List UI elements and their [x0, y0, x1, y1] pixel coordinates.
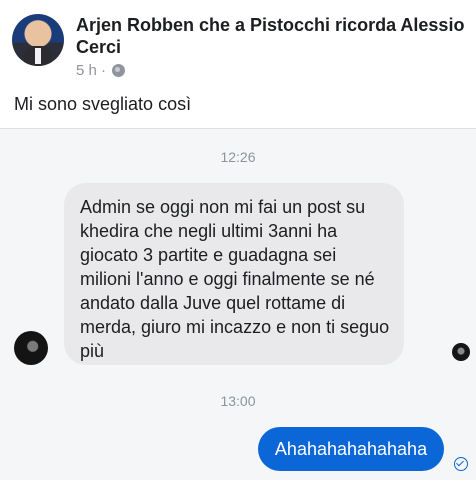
seen-avatar [452, 343, 470, 361]
post-text: Mi sono svegliato così [14, 94, 192, 114]
post-header: Arjen Robben che a Pistocchi ricorda Ale… [0, 0, 476, 128]
chat-screenshot: 12:26 Admin se oggi non mi fai un post s… [0, 129, 476, 480]
incoming-message-bubble: Admin se oggi non mi fai un post su khed… [64, 183, 404, 365]
chat-timestamp: 12:26 [220, 149, 256, 165]
globe-icon [112, 64, 126, 77]
chat-timestamp: 13:00 [220, 393, 256, 409]
post-meta: 5 h · [76, 62, 126, 79]
outgoing-message-bubble: Ahahahahahahaha [258, 427, 444, 471]
sender-avatar [14, 331, 48, 365]
post-title[interactable]: Arjen Robben che a Pistocchi ricorda Ale… [76, 14, 466, 58]
page-avatar[interactable] [12, 14, 64, 66]
avatar-shirt [35, 48, 41, 64]
check-circle-icon [454, 457, 468, 471]
post-time[interactable]: 5 h · [76, 62, 106, 79]
